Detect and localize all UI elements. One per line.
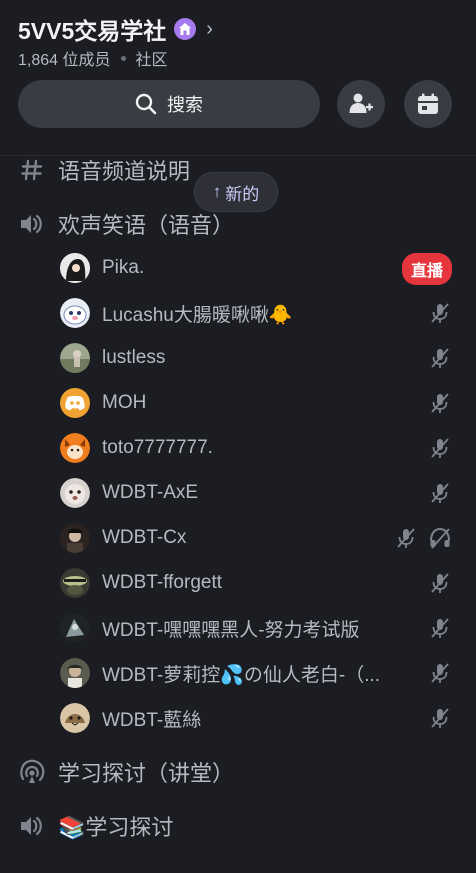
mic-muted-icon (397, 528, 415, 548)
avatar (60, 613, 90, 643)
avatar (60, 658, 90, 688)
voice-member-wdbt-cx[interactable]: WDBT-Cx (60, 521, 460, 555)
member-name: WDBT-AxE (102, 482, 199, 503)
voice-channel-icon (18, 210, 46, 238)
voice-member-lustless[interactable]: lustless (60, 341, 460, 375)
member-name: WDBT-萝莉控💦の仙人老白-（... (102, 664, 381, 686)
mic-muted-icon (431, 303, 449, 323)
avatar (60, 343, 90, 373)
member-name: toto7777777. (102, 437, 213, 458)
member-name: WDBT-藍絲 (102, 709, 202, 731)
voice-member-pika[interactable]: Pika. 直播 (60, 251, 460, 285)
channel-label: 语音频道说明 (58, 159, 191, 184)
server-subline: 1,864 位成员 社区 (18, 46, 168, 70)
hash-icon (18, 156, 46, 184)
new-pill-label: 新的 (225, 184, 260, 204)
channel-label: 学习探讨（讲堂） (58, 761, 235, 786)
server-name[interactable]: 5VV5交易学社 (18, 12, 166, 46)
discord-default-avatar (60, 388, 90, 418)
member-name: WDBT-Cx (102, 527, 187, 548)
voice-member-wdbt-laobai[interactable]: WDBT-萝莉控💦の仙人老白-（... (60, 656, 460, 690)
mic-muted-icon (431, 708, 449, 728)
voice-channel-icon (18, 812, 46, 840)
channel-label: 欢声笑语（语音） (58, 213, 235, 238)
arrow-up-icon: ↑ (212, 182, 222, 201)
mic-muted-icon (431, 483, 449, 503)
channel-voice-description[interactable]: 语音频道说明 (18, 154, 190, 186)
voice-member-toto[interactable]: toto7777777. (60, 431, 460, 465)
search-button[interactable]: 搜索 (18, 80, 320, 128)
search-icon (135, 93, 157, 115)
mic-muted-icon (431, 438, 449, 458)
server-type: 社区 (135, 52, 168, 69)
avatar (60, 523, 90, 553)
mic-muted-icon (431, 618, 449, 638)
avatar (60, 703, 90, 733)
voice-member-wdbt-fforgett[interactable]: WDBT-fforgett (60, 566, 460, 600)
server-title[interactable]: 5VV5交易学社 › (18, 12, 213, 46)
calendar-icon (418, 93, 438, 114)
member-name: MOH (102, 392, 147, 413)
voice-channel-study[interactable]: 📚学习探讨 (18, 810, 173, 842)
search-label: 搜索 (167, 95, 203, 115)
invite-member-button[interactable] (337, 80, 385, 128)
member-name: lustless (102, 347, 166, 368)
mic-muted-icon (431, 573, 449, 593)
avatar (60, 478, 90, 508)
mic-muted-icon (431, 393, 449, 413)
headphones-deafened-icon (430, 527, 450, 549)
events-button[interactable] (404, 80, 452, 128)
avatar (60, 253, 90, 283)
stage-channel-study[interactable]: 学习探讨（讲堂） (18, 756, 234, 788)
voice-member-moh[interactable]: MOH (60, 386, 460, 420)
server-header: 5VV5交易学社 › 1,864 位成员 社区 搜索 (0, 0, 476, 156)
channel-label: 📚学习探讨 (58, 815, 174, 840)
member-name: Lucashu大腸暖啾啾🐥 (102, 304, 293, 326)
voice-member-wdbt-lansi[interactable]: WDBT-藍絲 (60, 701, 460, 735)
voice-member-wdbt-axe[interactable]: WDBT-AxE (60, 476, 460, 510)
member-name: Pika. (102, 257, 145, 278)
voice-channel-laughter[interactable]: 欢声笑语（语音） (18, 208, 234, 240)
add-member-icon (349, 93, 373, 113)
mic-muted-icon (431, 348, 449, 368)
new-messages-pill[interactable]: ↑ 新的 (194, 172, 278, 212)
chevron-right-icon[interactable]: › (206, 18, 213, 41)
stage-channel-icon (18, 758, 46, 786)
member-name: WDBT-fforgett (102, 572, 223, 593)
member-count: 1,864 位成员 (18, 52, 111, 69)
avatar (60, 433, 90, 463)
avatar (60, 298, 90, 328)
voice-member-wdbt-heiren[interactable]: WDBT-嘿嘿嘿黑人-努力考试版 (60, 611, 460, 645)
separator-dot (120, 55, 126, 61)
avatar (60, 568, 90, 598)
community-badge-icon (174, 18, 197, 40)
voice-member-lucashu[interactable]: Lucashu大腸暖啾啾🐥 (60, 296, 460, 330)
member-name: WDBT-嘿嘿嘿黑人-努力考试版 (102, 619, 360, 641)
mic-muted-icon (431, 663, 449, 683)
live-badge: 直播 (401, 253, 452, 285)
